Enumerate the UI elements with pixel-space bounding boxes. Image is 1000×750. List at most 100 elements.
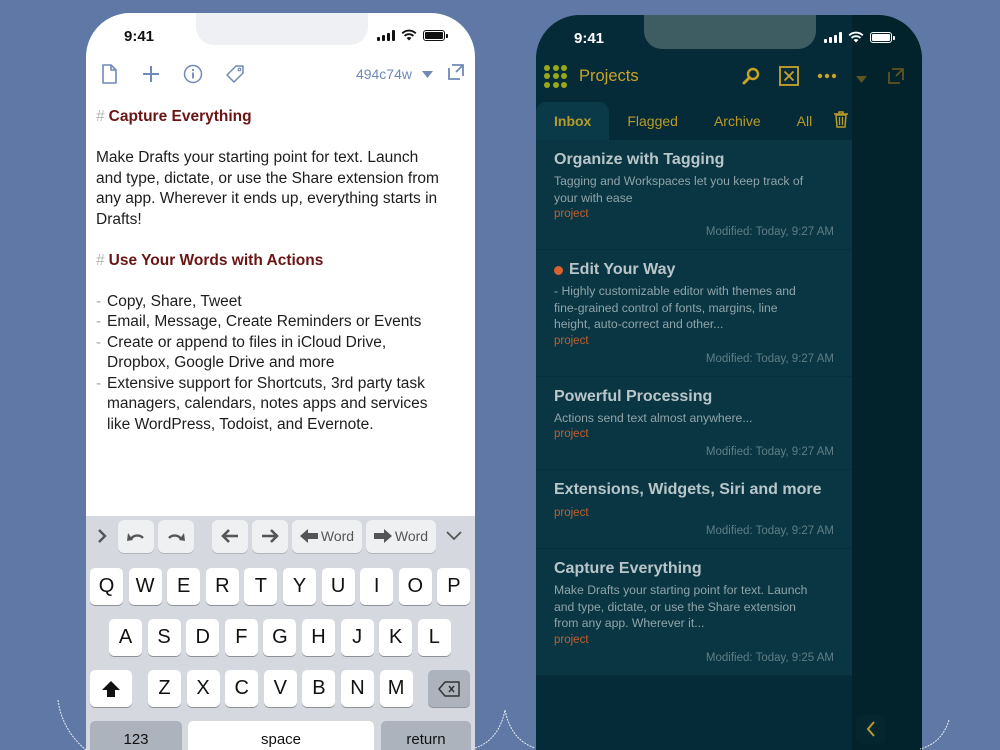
search-icon[interactable]	[738, 63, 764, 89]
workspaces-grid-icon[interactable]	[544, 64, 567, 88]
key-p[interactable]: P	[437, 568, 471, 605]
cursor-left-button[interactable]	[212, 519, 248, 553]
drafts-list-phone: 9:41 Projects Inbox Flagged Archive All …	[536, 15, 922, 750]
key-v[interactable]: V	[263, 670, 297, 707]
workspace-title[interactable]: Projects	[579, 67, 738, 86]
draft-modified: Modified: Today, 9:27 AM	[705, 226, 834, 238]
heading-capture-everything: # Capture Everything	[96, 108, 252, 125]
signal-icon	[824, 31, 842, 43]
draft-list-item[interactable]: Extensions, Widgets, Siri and more projec…	[536, 470, 852, 549]
space-key[interactable]: space	[188, 721, 374, 750]
tab-inbox[interactable]: Inbox	[536, 102, 610, 140]
word-left-button[interactable]: Word	[292, 519, 362, 553]
expand-icon[interactable]	[447, 63, 465, 86]
draft-list-item[interactable]: Capture Everything Make Drafts your start…	[536, 549, 852, 676]
tab-flagged[interactable]: Flagged	[609, 102, 696, 140]
caret-down-icon[interactable]	[422, 65, 433, 83]
key-e[interactable]: E	[167, 568, 201, 605]
redo-button[interactable]	[158, 519, 194, 553]
draft-excerpt: Make Drafts your starting point for text…	[554, 583, 808, 630]
chevron-right-icon[interactable]	[92, 529, 112, 543]
arrow-left-icon	[299, 529, 318, 543]
redo-icon	[168, 533, 185, 541]
key-d[interactable]: D	[186, 619, 220, 656]
draft-modified: Modified: Today, 9:25 AM	[705, 651, 834, 664]
keyboard-row-4: 123 space return	[86, 721, 475, 750]
draft-title: Edit Your Way	[554, 259, 834, 281]
tab-all[interactable]: All	[779, 102, 831, 140]
draft-modified: Modified: Today, 9:27 AM	[705, 446, 834, 458]
draft-tag[interactable]: project	[554, 206, 834, 222]
device-frame-curve	[920, 719, 950, 750]
tab-archive[interactable]: Archive	[696, 102, 779, 140]
draft-editor[interactable]: # Capture Everything Make Drafts your sta…	[96, 107, 463, 435]
key-b[interactable]: B	[302, 670, 336, 707]
key-o[interactable]: O	[398, 568, 432, 605]
editor-toolbar: 494c74w	[86, 59, 475, 89]
numbers-key[interactable]: 123	[90, 721, 182, 750]
trash-icon[interactable]	[834, 111, 849, 131]
wifi-icon	[401, 29, 417, 41]
draft-id-label[interactable]: 494c74w	[356, 66, 412, 82]
key-j[interactable]: J	[340, 619, 374, 656]
draft-excerpt: Tagging and Workspaces let you keep trac…	[554, 174, 804, 205]
key-n[interactable]: N	[341, 670, 374, 707]
new-draft-icon[interactable]	[96, 61, 122, 87]
status-icons	[377, 29, 448, 41]
flag-dot-icon	[554, 265, 563, 275]
key-h[interactable]: H	[302, 619, 335, 656]
keyboard-row-1: QWERTYUIOP	[86, 568, 475, 605]
dismiss-keyboard-icon[interactable]	[444, 531, 464, 541]
key-q[interactable]: Q	[90, 568, 123, 605]
key-g[interactable]: G	[263, 619, 297, 656]
more-icon[interactable]	[814, 63, 840, 89]
status-icons	[824, 31, 895, 43]
shift-key[interactable]	[90, 670, 132, 707]
draft-list-item[interactable]: Powerful Processing Actions send text alm…	[536, 376, 852, 470]
key-y[interactable]: Y	[283, 568, 316, 605]
editor-edge-toolbar	[856, 67, 905, 90]
key-u[interactable]: U	[321, 568, 355, 605]
wifi-icon	[848, 31, 864, 43]
tag-icon[interactable]	[222, 61, 248, 87]
key-c[interactable]: C	[225, 670, 259, 707]
draft-tag[interactable]: project	[554, 426, 834, 442]
battery-icon	[870, 31, 895, 43]
heading-use-your-words: # Use Your Words with Actions	[96, 251, 324, 269]
draft-tag[interactable]: project	[554, 333, 834, 349]
key-m[interactable]: M	[379, 670, 413, 707]
draft-title: Capture Everything	[554, 560, 702, 577]
draft-tag[interactable]: project	[554, 632, 834, 648]
expand-icon[interactable]	[887, 67, 905, 90]
key-a[interactable]: A	[109, 619, 142, 656]
key-k[interactable]: K	[379, 619, 413, 656]
key-t[interactable]: T	[244, 568, 278, 605]
keyboard-row-2: ASDFGHJKL	[86, 619, 475, 656]
caret-down-icon[interactable]	[856, 70, 867, 88]
list-item: - Copy, Share, Tweet	[96, 292, 242, 310]
key-r[interactable]: R	[205, 568, 239, 605]
cursor-right-button[interactable]	[252, 519, 288, 553]
select-close-icon[interactable]	[776, 63, 802, 89]
draft-list-item[interactable]: Edit Your Way - Highly customizable edito…	[536, 250, 852, 377]
battery-icon	[423, 29, 448, 41]
delete-key[interactable]	[428, 670, 470, 707]
plus-icon[interactable]	[138, 61, 164, 87]
key-f[interactable]: F	[224, 619, 258, 656]
key-i[interactable]: I	[360, 568, 394, 605]
undo-button[interactable]	[118, 519, 154, 553]
draft-tag[interactable]: project	[554, 505, 834, 521]
word-right-button[interactable]: Word	[366, 519, 436, 553]
back-button[interactable]	[856, 714, 886, 744]
list-header: Projects	[536, 61, 852, 91]
key-s[interactable]: S	[147, 619, 181, 656]
status-bar: 9:41	[536, 15, 922, 59]
key-l[interactable]: L	[417, 619, 451, 656]
key-x[interactable]: X	[186, 670, 220, 707]
device-frame-curve	[475, 709, 535, 749]
key-w[interactable]: W	[128, 568, 162, 605]
info-icon[interactable]	[180, 61, 206, 87]
key-z[interactable]: Z	[148, 670, 181, 707]
return-key[interactable]: return	[381, 721, 471, 750]
draft-list-item[interactable]: Organize with Tagging Tagging and Workspa…	[536, 140, 852, 250]
